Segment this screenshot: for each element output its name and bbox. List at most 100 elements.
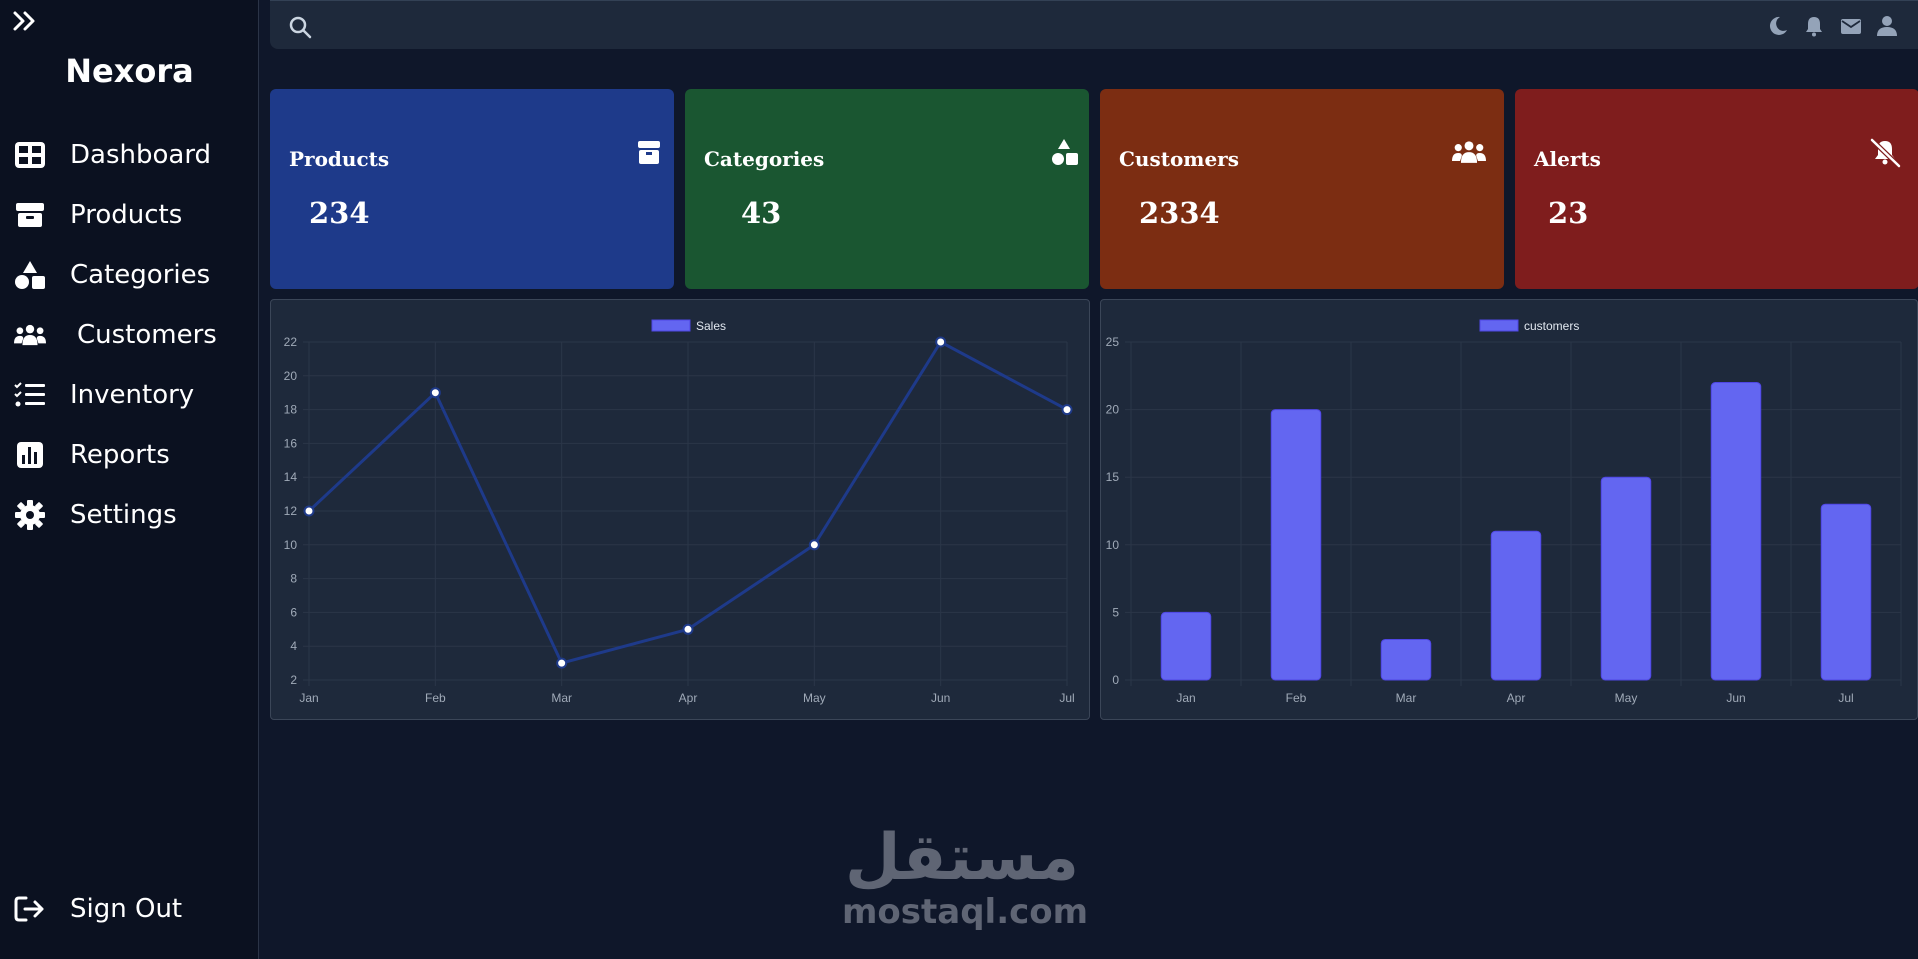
x-tick-label: Jun bbox=[931, 691, 950, 705]
top-bar bbox=[270, 0, 1918, 49]
y-tick-label: 25 bbox=[1106, 335, 1120, 349]
x-tick-label: Jun bbox=[1726, 691, 1745, 705]
sidebar-item-label: Inventory bbox=[70, 380, 195, 410]
sign-out-button[interactable]: Sign Out bbox=[14, 889, 182, 929]
sidebar-item-categories[interactable]: Categories bbox=[14, 255, 210, 295]
sidebar: Nexora Dashboard Products Categories Cus… bbox=[0, 0, 259, 959]
legend-label[interactable]: Sales bbox=[696, 319, 726, 333]
y-tick-label: 15 bbox=[1106, 470, 1120, 484]
legend-label[interactable]: customers bbox=[1524, 319, 1579, 333]
point-mar[interactable] bbox=[556, 657, 568, 669]
sidebar-item-label: Reports bbox=[70, 440, 170, 470]
card-title: Categories bbox=[704, 147, 825, 171]
x-tick-label: Jul bbox=[1838, 691, 1853, 705]
x-tick-label: Mar bbox=[1396, 691, 1417, 705]
point-jan[interactable] bbox=[303, 505, 315, 517]
moon-icon[interactable] bbox=[1767, 15, 1789, 37]
y-tick-label: 2 bbox=[290, 673, 297, 687]
card-value: 2334 bbox=[1139, 196, 1220, 230]
legend-swatch[interactable] bbox=[651, 319, 691, 332]
x-tick-label: Apr bbox=[1507, 691, 1526, 705]
customers-bar-chart: 0 5 10 15 20 25 Jan Feb Mar Apr May Jun Jul customers bbox=[1106, 319, 1902, 705]
shapes-icon bbox=[1052, 139, 1078, 165]
products-card: Products 234 bbox=[270, 89, 674, 289]
double-chevron-right-icon bbox=[13, 11, 35, 31]
bar-jan[interactable] bbox=[1160, 611, 1212, 681]
y-tick-label: 8 bbox=[290, 572, 297, 586]
sidebar-item-label: Categories bbox=[70, 260, 211, 290]
sales-chart-panel: 2 4 6 8 10 12 14 16 18 20 22 Jan Feb Mar Apr May Jun Jul S… bbox=[270, 299, 1090, 720]
sidebar-item-reports[interactable]: Reports bbox=[14, 435, 170, 475]
y-tick-label: 22 bbox=[284, 335, 298, 349]
x-tick-label: Mar bbox=[551, 691, 572, 705]
x-tick-label: Jan bbox=[1176, 691, 1195, 705]
x-tick-label: May bbox=[1615, 691, 1638, 705]
point-jun[interactable] bbox=[935, 336, 947, 348]
shapes-icon bbox=[14, 259, 46, 291]
y-tick-label: 12 bbox=[284, 504, 298, 518]
y-tick-label: 0 bbox=[1112, 673, 1119, 687]
sidebar-item-settings[interactable]: Settings bbox=[14, 495, 177, 535]
sidebar-item-label: Customers bbox=[77, 320, 217, 350]
sidebar-item-customers[interactable]: Customers bbox=[14, 315, 217, 355]
gear-icon bbox=[14, 499, 46, 531]
sidebar-toggle-button[interactable] bbox=[12, 8, 40, 36]
x-tick-label: May bbox=[803, 691, 826, 705]
sidebar-item-label: Dashboard bbox=[70, 140, 212, 170]
y-tick-label: 14 bbox=[284, 470, 298, 484]
y-tick-label: 4 bbox=[290, 639, 297, 653]
y-tick-label: 18 bbox=[284, 403, 298, 417]
envelope-icon[interactable] bbox=[1840, 15, 1862, 37]
sidebar-item-label: Settings bbox=[70, 500, 177, 530]
point-feb[interactable] bbox=[429, 387, 441, 399]
brand-title: Nexora bbox=[65, 52, 194, 90]
y-tick-label: 5 bbox=[1112, 605, 1119, 619]
x-tick-label: Feb bbox=[1286, 691, 1307, 705]
y-tick-label: 10 bbox=[1106, 538, 1120, 552]
users-icon bbox=[1452, 141, 1486, 163]
point-jul[interactable] bbox=[1061, 404, 1073, 416]
bell-slash-icon bbox=[1870, 138, 1901, 168]
search-icon[interactable] bbox=[288, 15, 312, 39]
bar-may[interactable] bbox=[1600, 476, 1652, 681]
sidebar-item-products[interactable]: Products bbox=[14, 195, 182, 235]
y-tick-label: 10 bbox=[284, 538, 298, 552]
sign-out-icon bbox=[14, 893, 46, 925]
sidebar-item-dashboard[interactable]: Dashboard bbox=[14, 135, 211, 175]
card-value: 23 bbox=[1548, 196, 1589, 230]
y-tick-label: 16 bbox=[284, 436, 298, 450]
bar-jun[interactable] bbox=[1710, 382, 1762, 681]
sidebar-item-label: Products bbox=[70, 200, 183, 230]
card-value: 43 bbox=[741, 196, 782, 230]
box-icon bbox=[638, 141, 660, 164]
box-icon bbox=[14, 199, 46, 231]
bar-jul[interactable] bbox=[1820, 503, 1872, 681]
customers-card: Customers 2334 bbox=[1100, 89, 1504, 289]
list-check-icon bbox=[14, 379, 46, 411]
legend-swatch[interactable] bbox=[1479, 319, 1519, 332]
bar-mar[interactable] bbox=[1380, 638, 1432, 681]
x-tick-label: Jan bbox=[299, 691, 318, 705]
alerts-card: Alerts 23 bbox=[1515, 89, 1918, 289]
user-icon[interactable] bbox=[1876, 15, 1898, 37]
card-title: Customers bbox=[1119, 147, 1239, 171]
point-may[interactable] bbox=[808, 539, 820, 551]
watermark-arabic: مستقل bbox=[844, 821, 1080, 895]
sign-out-label: Sign Out bbox=[70, 894, 183, 924]
point-apr[interactable] bbox=[682, 623, 694, 635]
customers-chart-panel: 0 5 10 15 20 25 Jan Feb Mar Apr May Jun Jul customers bbox=[1100, 299, 1918, 720]
card-title: Products bbox=[289, 147, 390, 171]
y-tick-label: 20 bbox=[284, 369, 298, 383]
watermark: مستقل mostaql.com bbox=[842, 821, 1089, 942]
card-title: Alerts bbox=[1534, 147, 1601, 171]
bar-apr[interactable] bbox=[1490, 530, 1542, 681]
bell-icon[interactable] bbox=[1803, 15, 1825, 37]
x-tick-label: Feb bbox=[425, 691, 446, 705]
bar-feb[interactable] bbox=[1270, 409, 1322, 681]
card-value: 234 bbox=[309, 196, 370, 230]
y-tick-label: 20 bbox=[1106, 403, 1120, 417]
sidebar-item-inventory[interactable]: Inventory bbox=[14, 375, 194, 415]
watermark-latin: mostaql.com bbox=[842, 892, 1089, 932]
grid-icon bbox=[14, 139, 46, 171]
x-tick-label: Jul bbox=[1059, 691, 1074, 705]
